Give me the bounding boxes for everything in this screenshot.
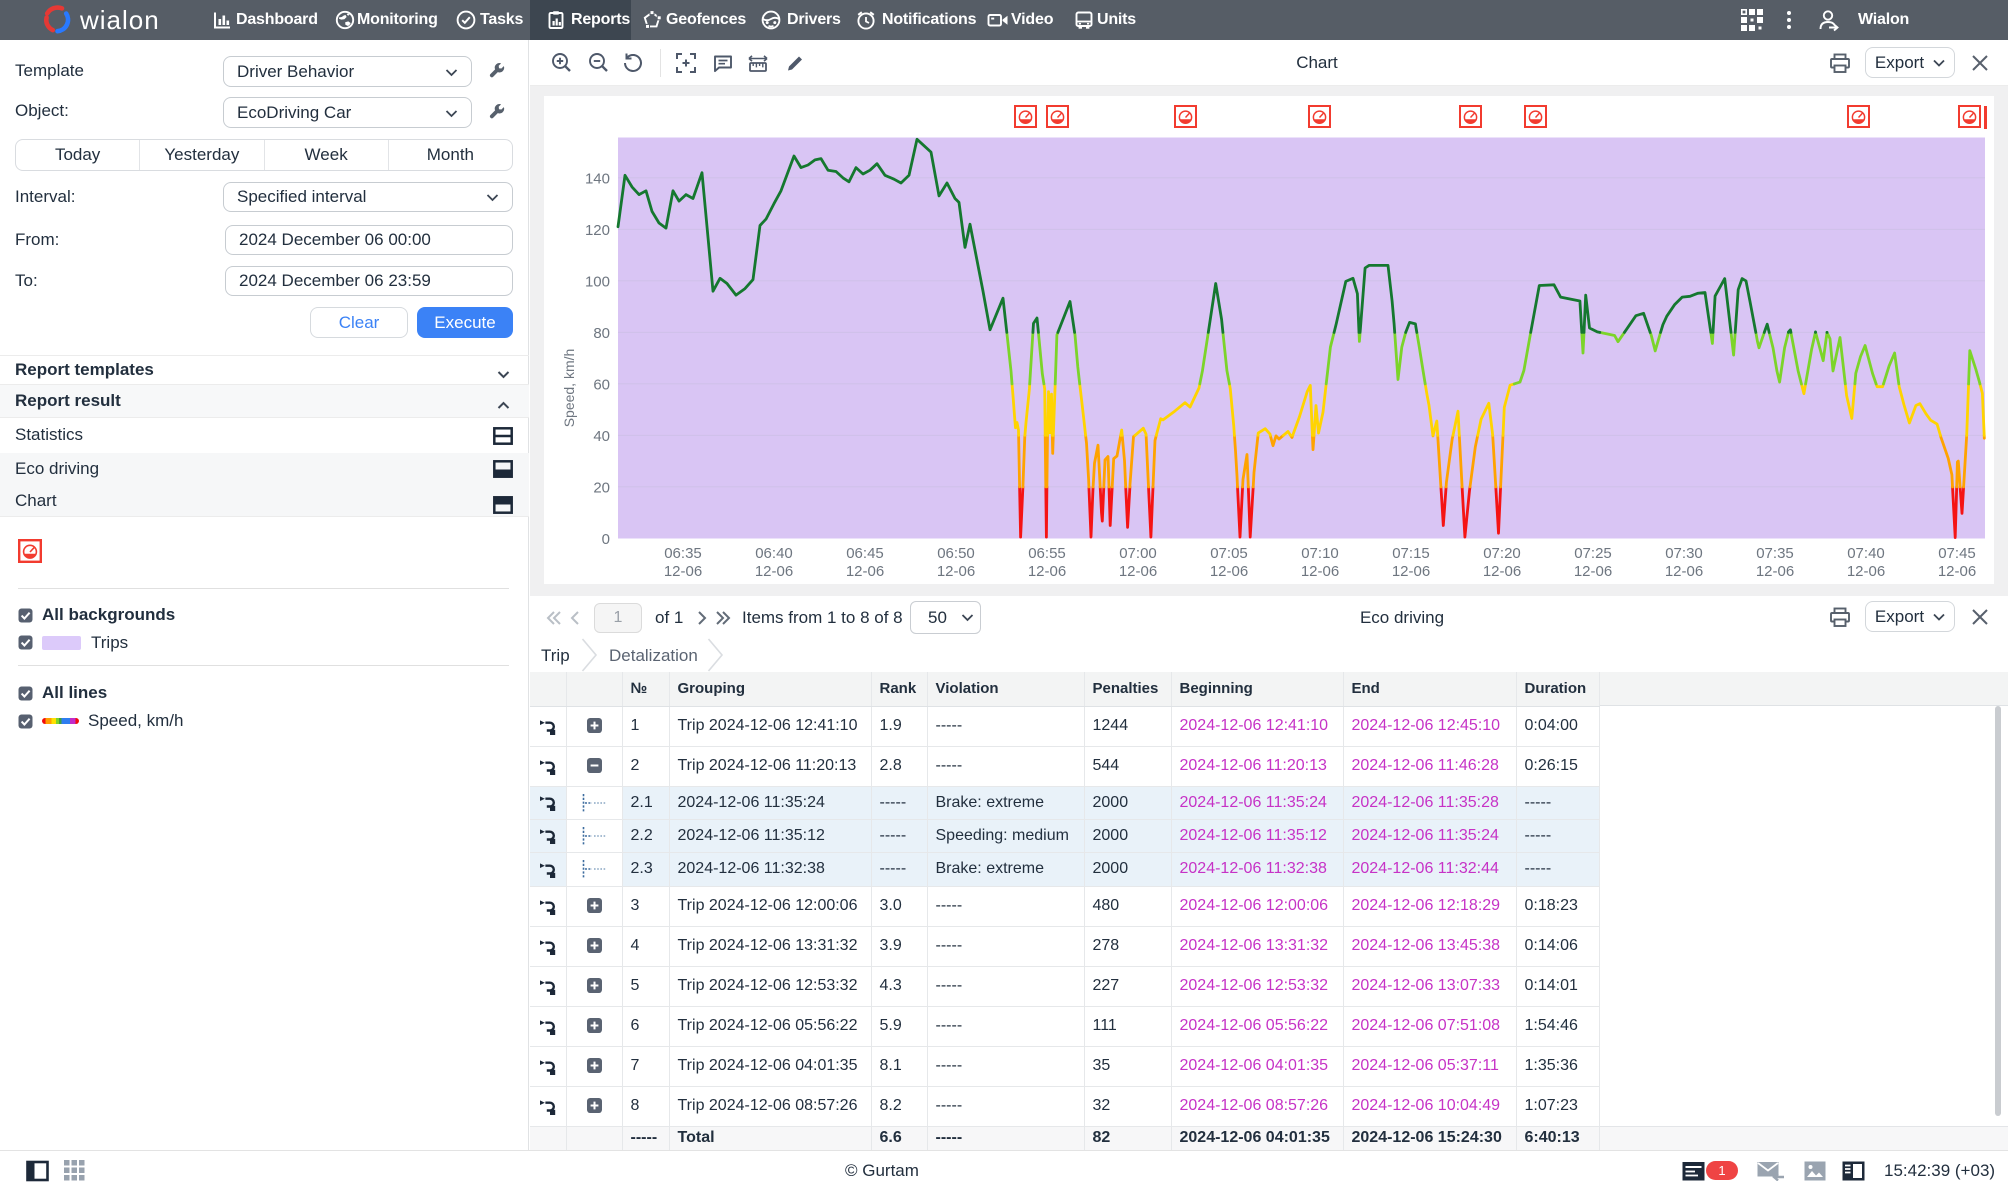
svg-text:12-06: 12-06 [1301, 563, 1339, 580]
svg-text:12-06: 12-06 [846, 563, 884, 580]
svg-text:40: 40 [593, 428, 610, 445]
svg-text:07:25: 07:25 [1574, 545, 1612, 562]
svg-text:12-06: 12-06 [1210, 563, 1248, 580]
svg-text:12-06: 12-06 [1847, 563, 1885, 580]
svg-text:06:55: 06:55 [1028, 545, 1066, 562]
svg-text:80: 80 [593, 325, 610, 342]
svg-text:06:35: 06:35 [664, 545, 702, 562]
svg-text:07:40: 07:40 [1847, 545, 1885, 562]
svg-text:12-06: 12-06 [937, 563, 975, 580]
svg-text:120: 120 [585, 222, 610, 239]
svg-text:07:00: 07:00 [1119, 545, 1157, 562]
svg-text:12-06: 12-06 [1119, 563, 1157, 580]
svg-text:20: 20 [593, 479, 610, 496]
svg-text:06:50: 06:50 [937, 545, 975, 562]
svg-text:07:35: 07:35 [1756, 545, 1794, 562]
svg-text:Speed, km/h: Speed, km/h [561, 349, 577, 428]
svg-text:07:45: 07:45 [1938, 545, 1976, 562]
svg-text:06:40: 06:40 [755, 545, 793, 562]
svg-text:100: 100 [585, 273, 610, 290]
svg-text:12-06: 12-06 [664, 563, 702, 580]
svg-text:12-06: 12-06 [1483, 563, 1521, 580]
svg-text:12-06: 12-06 [1574, 563, 1612, 580]
svg-text:07:05: 07:05 [1210, 545, 1248, 562]
svg-text:07:20: 07:20 [1483, 545, 1521, 562]
svg-text:07:15: 07:15 [1392, 545, 1430, 562]
svg-text:12-06: 12-06 [1938, 563, 1976, 580]
svg-text:06:45: 06:45 [846, 545, 884, 562]
svg-text:07:30: 07:30 [1665, 545, 1703, 562]
svg-text:12-06: 12-06 [1665, 563, 1703, 580]
svg-text:12-06: 12-06 [755, 563, 793, 580]
svg-text:0: 0 [602, 531, 610, 548]
svg-text:12-06: 12-06 [1756, 563, 1794, 580]
svg-text:12-06: 12-06 [1028, 563, 1066, 580]
svg-text:60: 60 [593, 376, 610, 393]
svg-text:07:10: 07:10 [1301, 545, 1339, 562]
svg-text:12-06: 12-06 [1392, 563, 1430, 580]
svg-text:140: 140 [585, 170, 610, 187]
